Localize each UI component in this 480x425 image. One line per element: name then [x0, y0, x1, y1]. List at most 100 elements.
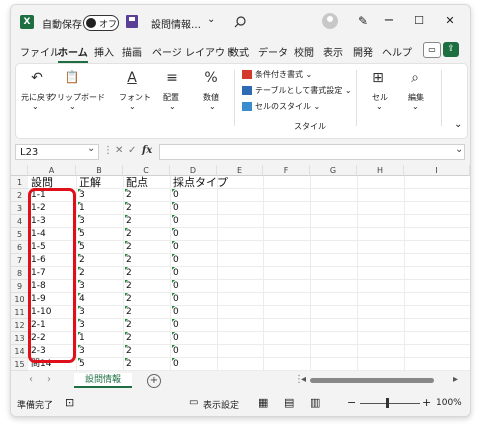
page-break-view-icon[interactable]: ▥	[310, 396, 320, 409]
row-header[interactable]: 1	[11, 176, 28, 189]
table-cell[interactable]: 2	[125, 215, 132, 228]
table-cell[interactable]: 2	[78, 267, 85, 280]
conditional-format-button[interactable]: 条件付き書式 ⌄	[242, 69, 312, 80]
table-cell[interactable]: 0	[172, 319, 179, 332]
table-cell[interactable]: 2	[125, 345, 132, 358]
avatar[interactable]	[322, 13, 338, 29]
cells-icon[interactable]: ⊞	[366, 70, 390, 86]
page-layout-view-icon[interactable]: ▤	[284, 396, 294, 409]
close-button[interactable]: ✕	[442, 14, 458, 27]
table-cell[interactable]: 0	[172, 189, 179, 202]
row-header[interactable]: 7	[11, 254, 28, 267]
add-sheet-button[interactable]: +	[147, 374, 161, 388]
prev-sheet-icon[interactable]: ‹	[29, 374, 33, 385]
table-cell[interactable]: 2	[125, 319, 132, 332]
column-header-c[interactable]: C	[123, 165, 170, 176]
table-cell[interactable]: 0	[172, 215, 179, 228]
column-header-g[interactable]: G	[310, 165, 357, 176]
scroll-left-icon[interactable]: ◂	[301, 374, 306, 385]
tab-help[interactable]: ヘルプ	[382, 44, 412, 59]
table-cell[interactable]: 2	[125, 202, 132, 215]
next-sheet-icon[interactable]: ›	[47, 374, 51, 385]
select-all-corner[interactable]	[11, 165, 28, 176]
clipboard-label[interactable]: クリップボード	[49, 92, 105, 103]
display-settings-button[interactable]: 表示設定	[203, 398, 239, 411]
table-cell[interactable]: 2	[125, 306, 132, 319]
enter-icon[interactable]: ✓	[128, 145, 136, 156]
table-cell[interactable]: 2	[125, 189, 132, 202]
table-cell[interactable]: 1	[78, 332, 85, 345]
worksheet-grid[interactable]: A B C D E F G H I 1 設問 正解 配点 採点タイプ 2 1-1 3 2 0 3 1-…	[11, 165, 470, 371]
tab-data[interactable]: データ	[258, 44, 288, 59]
zoom-level[interactable]: 100%	[436, 398, 462, 408]
number-chevron-icon[interactable]: ⌄	[209, 102, 216, 111]
pen-icon[interactable]: ✎	[358, 14, 368, 28]
table-cell[interactable]: 2	[125, 241, 132, 254]
table-cell[interactable]: 0	[172, 254, 179, 267]
row-header[interactable]: 9	[11, 280, 28, 293]
table-cell[interactable]: 3	[78, 215, 85, 228]
font-icon[interactable]: A	[120, 70, 144, 86]
table-cell[interactable]: 3	[78, 319, 85, 332]
table-cell[interactable]: 0	[172, 202, 179, 215]
insert-function-icon[interactable]: fx	[142, 145, 152, 156]
display-settings-icon[interactable]: ▭	[189, 397, 198, 408]
share-button[interactable]: ⇪	[443, 42, 459, 57]
row-header[interactable]: 15	[11, 358, 28, 371]
header-cell[interactable]: 採点タイプ	[172, 176, 228, 189]
cancel-icon[interactable]: ✕	[115, 145, 123, 156]
row-header[interactable]: 8	[11, 267, 28, 280]
tab-review[interactable]: 校閲	[294, 44, 314, 59]
column-header-e[interactable]: E	[217, 165, 263, 176]
name-box-chevron-icon[interactable]: ⌄	[87, 143, 95, 154]
save-icon[interactable]	[126, 15, 138, 28]
table-cell[interactable]: 0	[172, 241, 179, 254]
tab-file[interactable]: ファイル	[20, 44, 60, 59]
row-header[interactable]: 6	[11, 241, 28, 254]
normal-view-icon[interactable]: ▦	[258, 396, 268, 409]
table-cell[interactable]: 1	[78, 202, 85, 215]
table-cell[interactable]: 2	[125, 254, 132, 267]
row-header[interactable]: 11	[11, 306, 28, 319]
undo-icon[interactable]: ↶	[25, 70, 49, 86]
table-cell[interactable]: 0	[172, 358, 179, 371]
cells-chevron-icon[interactable]: ⌄	[376, 102, 383, 111]
zoom-out-button[interactable]: −	[347, 396, 356, 409]
minimize-button[interactable]: −	[381, 13, 397, 28]
row-header[interactable]: 12	[11, 319, 28, 332]
title-dropdown-chevron-icon[interactable]: ⌄	[207, 14, 215, 25]
column-header-h[interactable]: H	[357, 165, 404, 176]
row-header[interactable]: 4	[11, 215, 28, 228]
table-cell[interactable]: 2	[125, 228, 132, 241]
row-header[interactable]: 13	[11, 332, 28, 345]
tab-insert[interactable]: 挿入	[94, 44, 114, 59]
row-header[interactable]: 5	[11, 228, 28, 241]
table-cell[interactable]: 3	[78, 280, 85, 293]
tab-draw[interactable]: 描画	[122, 44, 142, 59]
table-cell[interactable]: 0	[172, 332, 179, 345]
tab-home[interactable]: ホーム	[58, 44, 88, 63]
tab-developer[interactable]: 開発	[353, 44, 373, 59]
table-cell[interactable]: 4	[78, 293, 85, 306]
accessibility-icon[interactable]: ⊡	[65, 396, 74, 409]
column-header-i[interactable]: I	[404, 165, 470, 176]
zoom-slider-thumb[interactable]	[386, 398, 389, 408]
table-cell[interactable]: 2	[125, 358, 132, 371]
table-cell[interactable]: 2	[125, 332, 132, 345]
format-as-table-button[interactable]: テーブルとして書式設定 ⌄	[242, 85, 352, 96]
table-cell[interactable]: 0	[172, 228, 179, 241]
table-cell[interactable]: 5	[78, 228, 85, 241]
row-header[interactable]: 2	[11, 189, 28, 202]
table-cell[interactable]: 0	[172, 306, 179, 319]
cell-styles-button[interactable]: セルのスタイル ⌄	[242, 101, 320, 112]
maximize-button[interactable]: ☐	[411, 14, 427, 27]
tab-formulas[interactable]: 数式	[229, 44, 249, 59]
clipboard-chevron-icon[interactable]: ⌄	[69, 102, 76, 111]
table-cell[interactable]: 0	[172, 345, 179, 358]
autosave-toggle[interactable]: オフ	[83, 15, 119, 31]
edit-icon[interactable]: ⌕	[403, 70, 427, 86]
table-cell[interactable]: 0	[172, 267, 179, 280]
table-cell[interactable]: 3	[78, 189, 85, 202]
scroll-right-icon[interactable]: ▸	[453, 374, 458, 385]
sheet-tab-active[interactable]: 設問情報	[74, 373, 132, 388]
